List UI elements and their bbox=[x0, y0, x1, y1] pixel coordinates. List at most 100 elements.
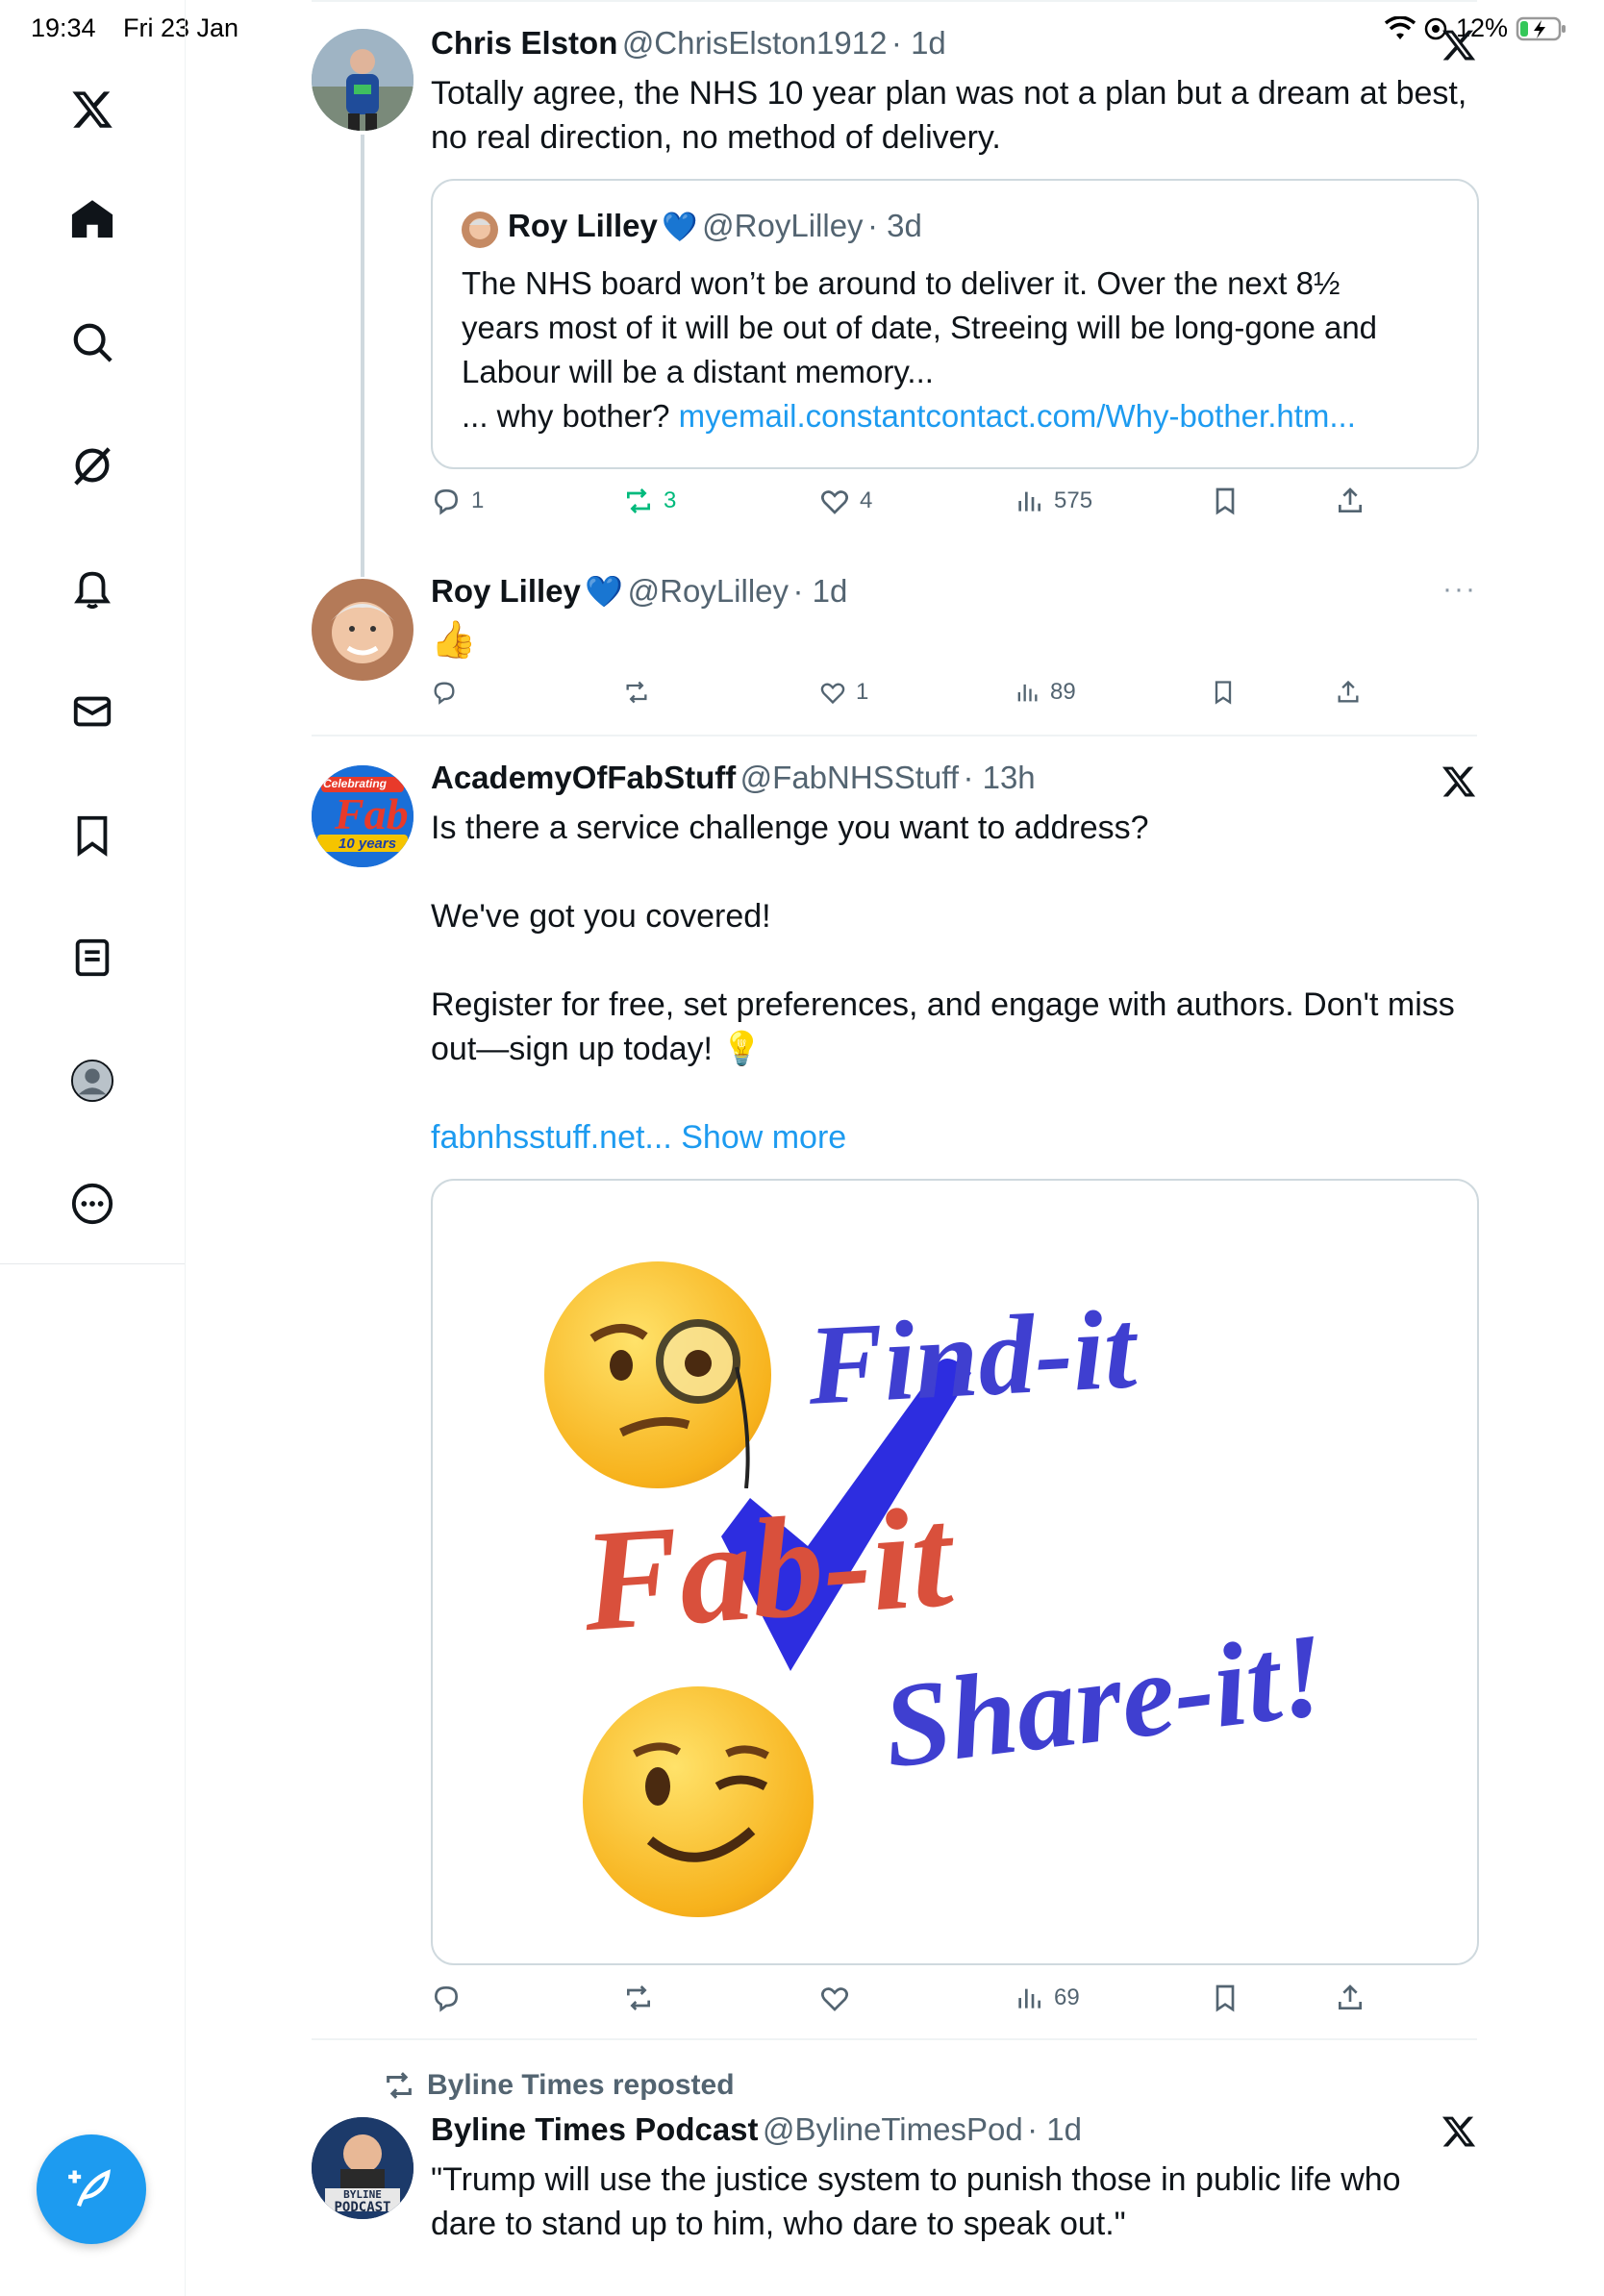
quote-text: The NHS board won’t be around to deliver… bbox=[462, 262, 1377, 438]
like-button[interactable]: 4 bbox=[819, 486, 872, 516]
x-logo-icon[interactable] bbox=[63, 81, 121, 138]
search-icon[interactable] bbox=[63, 313, 121, 371]
tweet-divider bbox=[312, 2038, 1477, 2040]
tweet-actions: 1 3 4 575 bbox=[431, 486, 1392, 524]
views-button[interactable]: 89 bbox=[1014, 679, 1076, 706]
avatar[interactable] bbox=[312, 579, 414, 681]
reply-button[interactable]: 1 bbox=[431, 486, 484, 516]
author-name[interactable]: Chris Elston bbox=[431, 25, 617, 61]
reply-icon bbox=[434, 682, 455, 705]
tweet-link[interactable]: fabnhsstuff.net... bbox=[431, 1119, 672, 1156]
avatar-text: PODCAST bbox=[334, 2200, 391, 2215]
tweet-text-line: "Trump will use the justice system to pu… bbox=[431, 2161, 1401, 2198]
views-icon bbox=[1017, 684, 1038, 702]
tweet-actions: 1 89 bbox=[431, 679, 1392, 717]
author-handle[interactable]: @ChrisElston1912 bbox=[622, 25, 888, 61]
avatar[interactable]: BYLINE PODCAST bbox=[312, 2117, 414, 2219]
avatar-text: Fab bbox=[335, 789, 409, 838]
repost-button[interactable] bbox=[623, 679, 650, 706]
bookmark-icon bbox=[1216, 1984, 1235, 2012]
media-text-find: Find-it bbox=[804, 1285, 1140, 1429]
repost-icon bbox=[627, 1985, 650, 2010]
tweet-time[interactable]: · 1d bbox=[891, 25, 946, 61]
more-icon[interactable] bbox=[63, 1175, 121, 1233]
heart-icon bbox=[820, 683, 845, 705]
bookmark-button[interactable] bbox=[1210, 1983, 1241, 2013]
tweet-time[interactable]: · 1d bbox=[1027, 2111, 1082, 2147]
tweet-header: Chris Elston @ChrisElston1912 · 1d bbox=[431, 25, 946, 62]
bookmark-icon[interactable] bbox=[63, 806, 121, 863]
author-handle[interactable]: @FabNHSStuff bbox=[740, 760, 959, 795]
like-button[interactable] bbox=[819, 1983, 850, 2013]
battery-charging-icon bbox=[1516, 16, 1566, 40]
views-button[interactable]: 575 bbox=[1014, 486, 1092, 516]
tweet-divider bbox=[312, 735, 1477, 736]
tweet-paragraph: We've got you covered! bbox=[431, 898, 771, 935]
verified-heart-icon: 💙 bbox=[585, 574, 624, 609]
quote-text-line: The NHS board won’t be around to deliver… bbox=[462, 265, 1341, 301]
heart-icon bbox=[821, 490, 848, 514]
avatar[interactable] bbox=[312, 29, 414, 131]
reply-button[interactable] bbox=[431, 679, 458, 706]
repost-icon bbox=[627, 488, 650, 513]
like-count: 1 bbox=[856, 679, 869, 705]
tweet-paragraph: Register for free, set preferences, and … bbox=[431, 986, 1455, 1023]
media-text-fab: Fab-it bbox=[577, 1476, 957, 1662]
x-logo-icon bbox=[1441, 766, 1476, 797]
x-logo-icon bbox=[1441, 30, 1476, 61]
author-handle[interactable]: @BylineTimesPod bbox=[763, 2111, 1023, 2147]
more-options-icon[interactable]: ··· bbox=[1442, 573, 1477, 606]
tweet-text: 👍 bbox=[431, 620, 477, 661]
x-logo-icon bbox=[1441, 2116, 1476, 2147]
compose-button[interactable] bbox=[37, 2134, 146, 2244]
feather-plus-icon bbox=[68, 2169, 111, 2208]
tweet-text: Totally agree, the NHS 10 year plan was … bbox=[431, 71, 1466, 160]
share-icon bbox=[1339, 1984, 1362, 2009]
home-icon[interactable] bbox=[63, 190, 121, 248]
thread-line bbox=[361, 135, 364, 577]
status-date: Fri 23 Jan bbox=[123, 13, 239, 42]
tweet-time[interactable]: · 13h bbox=[963, 760, 1035, 795]
author-name[interactable]: Byline Times Podcast bbox=[431, 2111, 759, 2147]
grok-icon[interactable] bbox=[63, 437, 121, 494]
author-handle[interactable]: @RoyLilley bbox=[628, 573, 789, 609]
profile-icon[interactable] bbox=[63, 1052, 121, 1110]
share-button[interactable] bbox=[1335, 679, 1362, 706]
repost-button[interactable]: 3 bbox=[623, 486, 676, 516]
like-count: 4 bbox=[860, 487, 873, 513]
share-icon bbox=[1338, 680, 1359, 703]
avatar[interactable]: Celebrating Fab 10 years bbox=[312, 765, 414, 867]
media-image[interactable]: Find-it Fab-it Share-it! bbox=[431, 1179, 1479, 1965]
tweet-text: "Trump will use the justice system to pu… bbox=[431, 2158, 1401, 2246]
tweet-paragraph: out—sign up today! 💡 bbox=[431, 1031, 763, 1067]
quoted-tweet[interactable]: Roy Lilley 💙 @RoyLilley · 3d The NHS boa… bbox=[431, 179, 1479, 469]
bookmark-button[interactable] bbox=[1210, 486, 1241, 516]
repost-count: 3 bbox=[664, 487, 677, 513]
mail-icon[interactable] bbox=[63, 683, 121, 740]
repost-label[interactable]: Byline Times reposted bbox=[383, 2069, 735, 2102]
repost-label-text: Byline Times reposted bbox=[427, 2069, 735, 2101]
repost-button[interactable] bbox=[623, 1983, 654, 2013]
reply-button[interactable] bbox=[431, 1983, 462, 2013]
bookmark-button[interactable] bbox=[1210, 679, 1237, 706]
show-more-link[interactable]: Show more bbox=[681, 1119, 846, 1156]
quote-avatar bbox=[462, 212, 498, 248]
status-time: 19:34 bbox=[31, 13, 96, 42]
quote-link[interactable]: myemail.constantcontact.com/Why-bother.h… bbox=[679, 398, 1356, 434]
view-count: 69 bbox=[1054, 1984, 1080, 2010]
share-icon bbox=[1339, 487, 1362, 512]
like-button[interactable]: 1 bbox=[819, 679, 868, 706]
views-icon bbox=[1018, 491, 1040, 512]
tweet-time[interactable]: · 1d bbox=[792, 573, 847, 609]
share-button[interactable] bbox=[1335, 1983, 1366, 2013]
share-button[interactable] bbox=[1335, 486, 1366, 516]
lists-icon[interactable] bbox=[63, 929, 121, 986]
reply-count: 1 bbox=[471, 487, 485, 513]
sidebar-border bbox=[185, 0, 186, 2296]
bookmark-icon bbox=[1216, 487, 1235, 515]
author-name[interactable]: AcademyOfFabStuff bbox=[431, 760, 736, 795]
views-button[interactable]: 69 bbox=[1014, 1983, 1080, 2013]
quote-author-name: Roy Lilley bbox=[508, 208, 658, 243]
bell-icon[interactable] bbox=[63, 560, 121, 617]
author-name[interactable]: Roy Lilley bbox=[431, 573, 581, 609]
